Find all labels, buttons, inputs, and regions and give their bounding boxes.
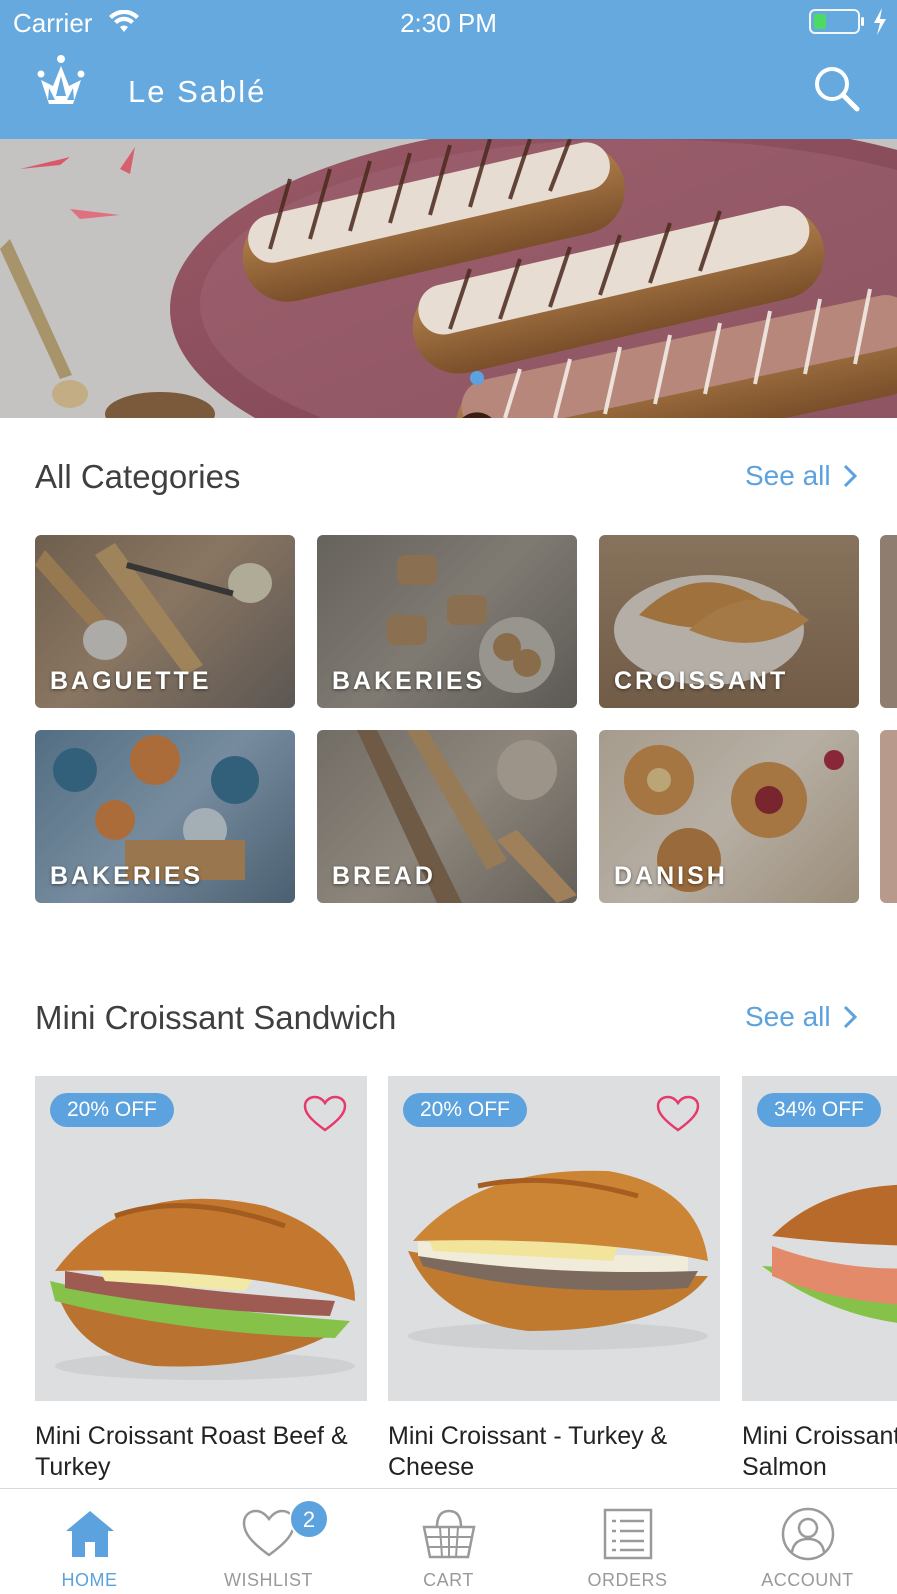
category-tile-bread[interactable]: BREAD xyxy=(317,730,577,903)
product-name[interactable]: Mini Croissant Roast Beef & Turkey xyxy=(35,1421,367,1483)
carousel-dot[interactable] xyxy=(414,371,428,385)
discount-badge: 20% OFF xyxy=(403,1093,527,1127)
status-bar: Carrier 2:30 PM xyxy=(0,0,897,44)
battery-icon xyxy=(809,9,864,34)
carousel-dot[interactable] xyxy=(442,371,456,385)
category-tile-croissant[interactable]: CROISSANT xyxy=(599,535,859,708)
tab-account[interactable]: ACCOUNT xyxy=(718,1489,897,1594)
tab-label: WISHLIST xyxy=(223,1570,313,1590)
product-card[interactable]: 34% OFF Mini Croissant Smoked Salmon xyxy=(742,1076,897,1483)
category-label: BAKERIES xyxy=(50,862,204,890)
tab-label: ACCOUNT xyxy=(761,1570,854,1590)
products-title: Mini Croissant Sandwich xyxy=(35,999,397,1036)
categories-title: All Categories xyxy=(35,458,241,495)
category-label: BAKERIES xyxy=(332,667,486,695)
charging-icon xyxy=(874,8,886,35)
category-label: DANISH xyxy=(614,862,728,890)
heart-icon[interactable] xyxy=(303,1095,347,1133)
product-image[interactable]: 34% OFF xyxy=(742,1076,897,1401)
category-tile-baguette[interactable]: BAGUETTE xyxy=(35,535,295,708)
category-tile-bakeries[interactable]: BAKERIES xyxy=(317,535,577,708)
app-header: Carrier 2:30 PM Le Sablé xyxy=(0,0,897,139)
carousel-dots[interactable] xyxy=(0,371,897,385)
category-label: CROISSANT xyxy=(614,667,789,695)
product-image[interactable]: 20% OFF xyxy=(35,1076,367,1401)
wishlist-count-badge: 2 xyxy=(289,1499,329,1539)
category-tile-danish[interactable]: DANISH xyxy=(599,730,859,903)
chevron-right-icon xyxy=(843,464,857,488)
brand-title: Le Sablé xyxy=(128,74,267,109)
categories-see-all-link[interactable]: See all xyxy=(745,460,859,492)
category-tile-partial[interactable] xyxy=(880,730,897,903)
discount-badge: 20% OFF xyxy=(50,1093,174,1127)
tab-wishlist[interactable]: 2 WISHLIST xyxy=(179,1489,358,1594)
crown-logo-icon[interactable] xyxy=(36,54,86,108)
tab-cart[interactable]: CART xyxy=(359,1489,538,1594)
user-icon xyxy=(781,1507,835,1561)
product-name[interactable]: Mini Croissant Smoked Salmon xyxy=(742,1421,897,1483)
chevron-right-icon xyxy=(843,1005,857,1029)
tab-label: ORDERS xyxy=(587,1570,668,1590)
carousel-dot-active[interactable] xyxy=(469,371,484,385)
category-label: BAGUETTE xyxy=(50,667,212,695)
see-all-label: See all xyxy=(745,1001,831,1032)
home-icon xyxy=(66,1511,114,1557)
status-time: 2:30 PM xyxy=(400,8,497,38)
products-see-all-link[interactable]: See all xyxy=(745,1001,859,1033)
product-card[interactable]: 20% OFF Mini Croissant - Turkey & Cheese xyxy=(388,1076,720,1483)
basket-icon xyxy=(422,1509,476,1559)
bottom-tab-bar: HOME 2 WISHLIST CART ORDERS ACCOUNT xyxy=(0,1488,897,1594)
search-icon[interactable] xyxy=(812,64,862,114)
hero-banner[interactable] xyxy=(0,139,897,418)
list-icon xyxy=(603,1508,653,1560)
heart-icon[interactable] xyxy=(656,1095,700,1133)
product-card[interactable]: 20% OFF Mini Croissant Roast Beef & Turk… xyxy=(35,1076,367,1483)
tab-label: CART xyxy=(423,1570,474,1590)
product-image[interactable]: 20% OFF xyxy=(388,1076,720,1401)
home-screen: Carrier 2:30 PM Le Sablé All Categories … xyxy=(0,0,897,1594)
category-label: BREAD xyxy=(332,862,436,890)
tab-home[interactable]: HOME xyxy=(0,1489,179,1594)
category-tile-bakeries-2[interactable]: BAKERIES xyxy=(35,730,295,903)
tab-label: HOME xyxy=(61,1570,118,1590)
see-all-label: See all xyxy=(745,460,831,491)
tab-orders[interactable]: ORDERS xyxy=(538,1489,717,1594)
product-name[interactable]: Mini Croissant - Turkey & Cheese xyxy=(388,1421,720,1483)
category-tile-partial[interactable] xyxy=(880,535,897,708)
discount-badge: 34% OFF xyxy=(757,1093,881,1127)
